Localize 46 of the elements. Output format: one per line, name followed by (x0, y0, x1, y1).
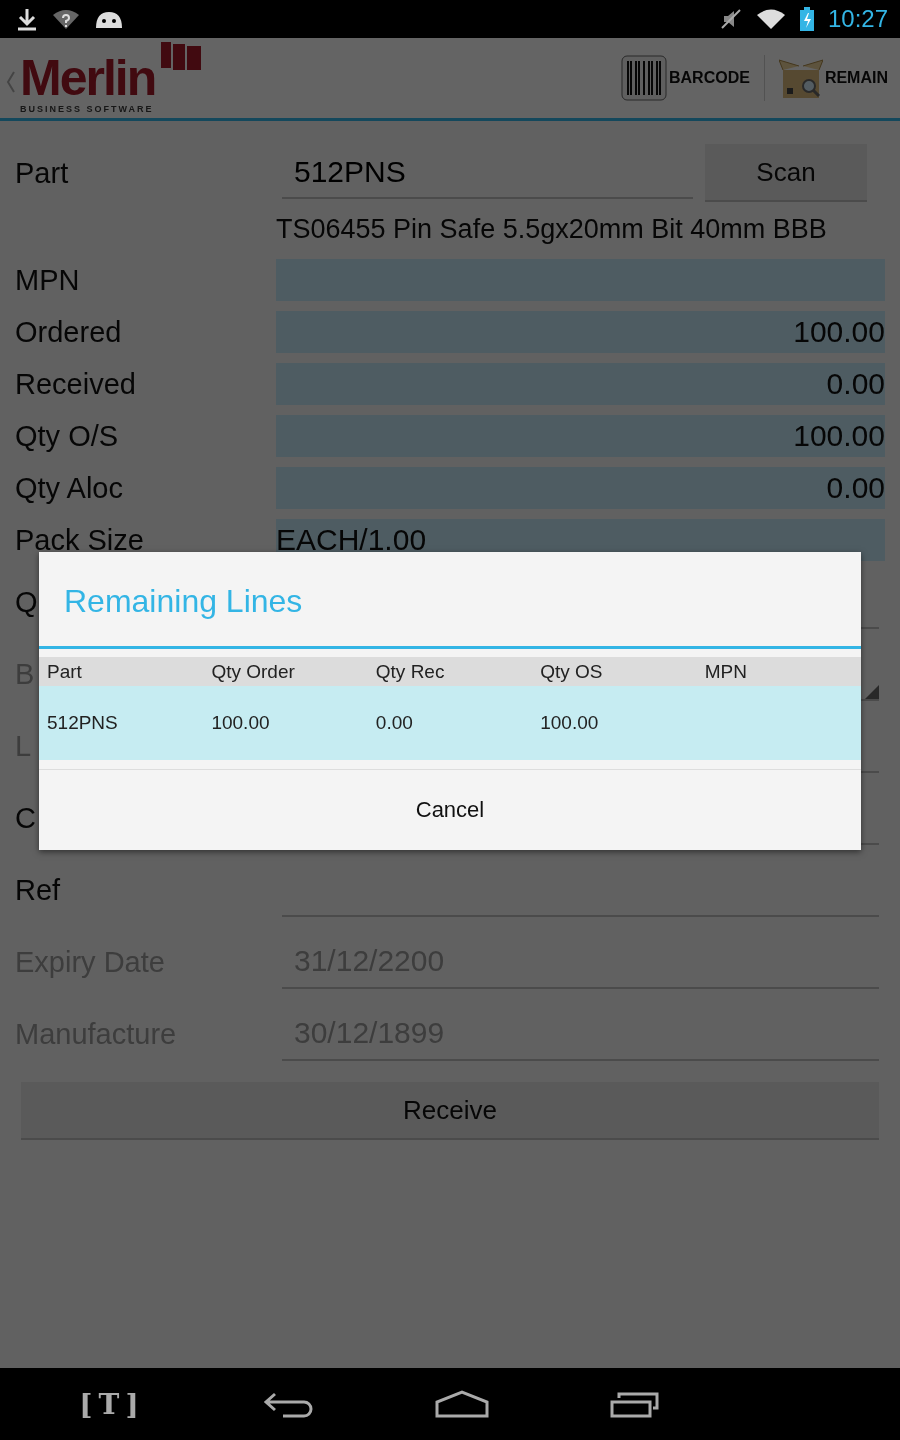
column-header: Qty Rec (374, 660, 446, 683)
column-header: MPN (703, 660, 748, 683)
receive-button[interactable]: Receive (21, 1082, 879, 1140)
part-description: TS06455 Pin Safe 5.5gx20mm Bit 40mm BBB (276, 213, 828, 246)
clock-time: 10:27 (827, 5, 888, 33)
wifi-question-icon (52, 8, 80, 30)
muted-icon (719, 8, 742, 30)
part-input[interactable]: 512PNS (282, 147, 693, 199)
dialog-title: Remaining Lines (39, 552, 861, 649)
dropdown-corner-icon (865, 685, 879, 699)
field-label: Q (15, 585, 38, 618)
wifi-icon (755, 8, 786, 30)
readonly-field: 0.00 (276, 363, 885, 405)
field-label: Qty O/S (15, 419, 120, 453)
table-row[interactable]: 512PNS 100.00 0.00 100.00 (39, 686, 861, 760)
readonly-field: 0.00 (276, 467, 885, 509)
table-cell: 100.00 (540, 712, 599, 733)
column-header: Part (46, 660, 83, 683)
cancel-button[interactable]: Cancel (39, 769, 861, 850)
logo-mark-icon (159, 42, 204, 72)
field-label: MPN (15, 263, 81, 297)
field-label: Received (15, 367, 137, 401)
column-header: Qty Order (210, 660, 296, 683)
home-icon[interactable] (434, 1390, 490, 1418)
barcode-icon (621, 55, 667, 101)
field-label: Qty Aloc (15, 471, 124, 505)
action-button[interactable]: REMAIN (778, 56, 888, 100)
field-label: C (15, 801, 36, 834)
column-header: Qty OS (539, 660, 604, 683)
field-label: Ref (15, 873, 61, 906)
download-icon (16, 7, 38, 31)
scan-button[interactable]: Scan (705, 144, 867, 202)
table-cell: 100.00 (211, 712, 270, 733)
readonly-field: 100.00 (276, 415, 885, 457)
field-label: Ordered (15, 315, 123, 349)
field-label: Part (15, 156, 70, 190)
recents-icon[interactable] (608, 1390, 661, 1418)
box-magnifier-icon (778, 56, 823, 100)
battery-icon (799, 7, 814, 31)
table-cell: 512PNS (47, 712, 118, 733)
logo-text: Merlin (20, 52, 156, 104)
input-method-button[interactable]: [T] (79, 1387, 145, 1421)
readonly-field: 100.00 (276, 311, 885, 353)
table-cell: 0.00 (375, 712, 413, 733)
logo-tagline: BUSINESS SOFTWARE (20, 104, 155, 114)
action-button[interactable]: BARCODE (621, 55, 750, 101)
